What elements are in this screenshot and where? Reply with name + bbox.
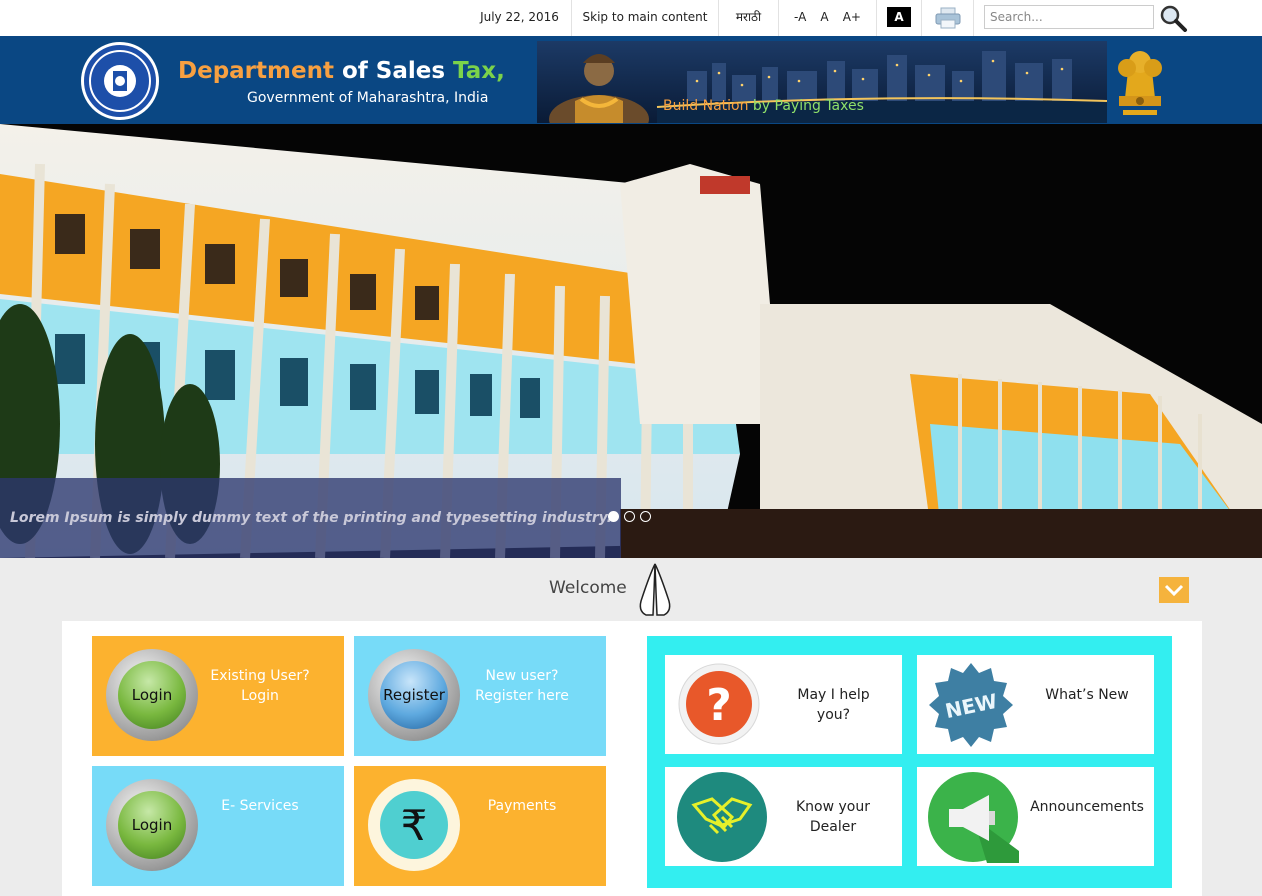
tagline-part-1: Build Nation	[663, 98, 753, 114]
font-size-controls: -A A A+	[778, 0, 876, 36]
register-orb: Register	[368, 649, 460, 741]
card-label: Know your Dealer	[773, 797, 893, 837]
magnifier-icon	[1160, 5, 1187, 32]
register-orb-label: Register	[380, 661, 448, 729]
megaphone-icon	[928, 772, 1019, 863]
language-marathi-link[interactable]: मराठी	[718, 0, 778, 36]
tile-label-line1: New user?	[485, 668, 559, 684]
tile-label-line2: Login	[241, 688, 279, 704]
high-contrast-button[interactable]: A	[887, 7, 911, 27]
hero-slider: Lorem Ipsum is simply dummy text of the …	[0, 124, 1262, 558]
e-services-orb: Login	[106, 779, 198, 871]
font-decrease-button[interactable]: -A	[794, 0, 806, 36]
tile-label: Payments	[462, 796, 582, 816]
handshake-icon	[677, 772, 767, 862]
title-part-2: of Sales	[333, 58, 454, 84]
chevron-down-icon	[1164, 584, 1184, 597]
card-label-line1: What’s New	[1045, 687, 1129, 703]
card-label: May I help you?	[775, 685, 892, 725]
tile-label: New user? Register here	[462, 666, 582, 706]
slide-dot-1[interactable]	[608, 511, 619, 522]
collapse-button[interactable]	[1159, 577, 1189, 603]
e-services-tile[interactable]: Login E- Services	[92, 766, 344, 886]
print-button[interactable]	[921, 0, 973, 36]
svg-text:?: ?	[706, 680, 732, 731]
printer-icon	[935, 7, 960, 29]
title-part-3: Tax,	[453, 58, 505, 84]
tile-label-line1: Payments	[487, 798, 557, 814]
site-header: Department of Sales Tax, Government of M…	[0, 36, 1262, 124]
card-label-line1: Announcements	[1030, 799, 1144, 815]
card-label: Announcements	[1023, 797, 1151, 817]
new-badge-icon: NEW	[929, 663, 1013, 747]
rupee-orb: ₹	[368, 779, 460, 871]
announcements-card[interactable]: Announcements	[917, 767, 1154, 866]
skip-to-content-link[interactable]: Skip to main content	[571, 0, 718, 36]
seal-icon	[89, 50, 151, 112]
slide-caption: Lorem Ipsum is simply dummy text of the …	[10, 510, 612, 526]
font-increase-button[interactable]: A+	[843, 0, 861, 36]
title-part-1: Department	[178, 58, 334, 84]
card-label: What’s New	[1025, 685, 1149, 705]
card-label-line1: Know your	[796, 799, 870, 815]
banner-tagline: Build Nation by Paying Taxes	[663, 98, 864, 114]
tile-label: Existing User? Login	[200, 666, 320, 706]
card-label-line2: Dealer	[809, 819, 857, 835]
department-logo[interactable]	[81, 42, 159, 120]
contrast-toggle: A	[876, 0, 921, 36]
search-input[interactable]	[984, 5, 1154, 29]
login-tile[interactable]: Login Existing User? Login	[92, 636, 344, 756]
e-services-orb-label: Login	[118, 791, 186, 859]
lion-emblem-icon	[1118, 51, 1162, 115]
current-date: July 22, 2016	[480, 10, 559, 24]
tile-label-line1: E- Services	[221, 798, 299, 814]
tile-label-line2: Register here	[475, 688, 569, 704]
card-label-line2: you?	[816, 707, 851, 723]
slide-dot-3[interactable]	[640, 511, 651, 522]
search-button[interactable]	[1158, 4, 1188, 32]
namaste-icon	[639, 563, 671, 616]
card-label-line1: May I help	[797, 687, 870, 703]
tagline-part-2: by Paying Taxes	[752, 98, 864, 114]
slide-dot-2[interactable]	[624, 511, 635, 522]
department-subtitle: Government of Maharashtra, India	[247, 90, 489, 106]
national-emblem	[1107, 40, 1173, 120]
whats-new-card[interactable]: NEW What’s New	[917, 655, 1154, 754]
font-normal-button[interactable]: A	[820, 0, 828, 36]
tile-label: E- Services	[200, 796, 320, 816]
slider-dots	[608, 511, 651, 522]
tile-label-line1: Existing User?	[210, 668, 310, 684]
register-tile[interactable]: Register New user? Register here	[354, 636, 606, 756]
department-title: Department of Sales Tax,	[178, 58, 505, 84]
help-card[interactable]: ? May I help you?	[665, 655, 902, 754]
login-orb: Login	[106, 649, 198, 741]
login-orb-label: Login	[118, 661, 186, 729]
welcome-heading: Welcome	[549, 578, 627, 598]
know-your-dealer-card[interactable]: Know your Dealer	[665, 767, 902, 866]
question-icon: ?	[678, 663, 760, 745]
payments-tile[interactable]: ₹ Payments	[354, 766, 606, 886]
rupee-icon: ₹	[380, 791, 448, 859]
